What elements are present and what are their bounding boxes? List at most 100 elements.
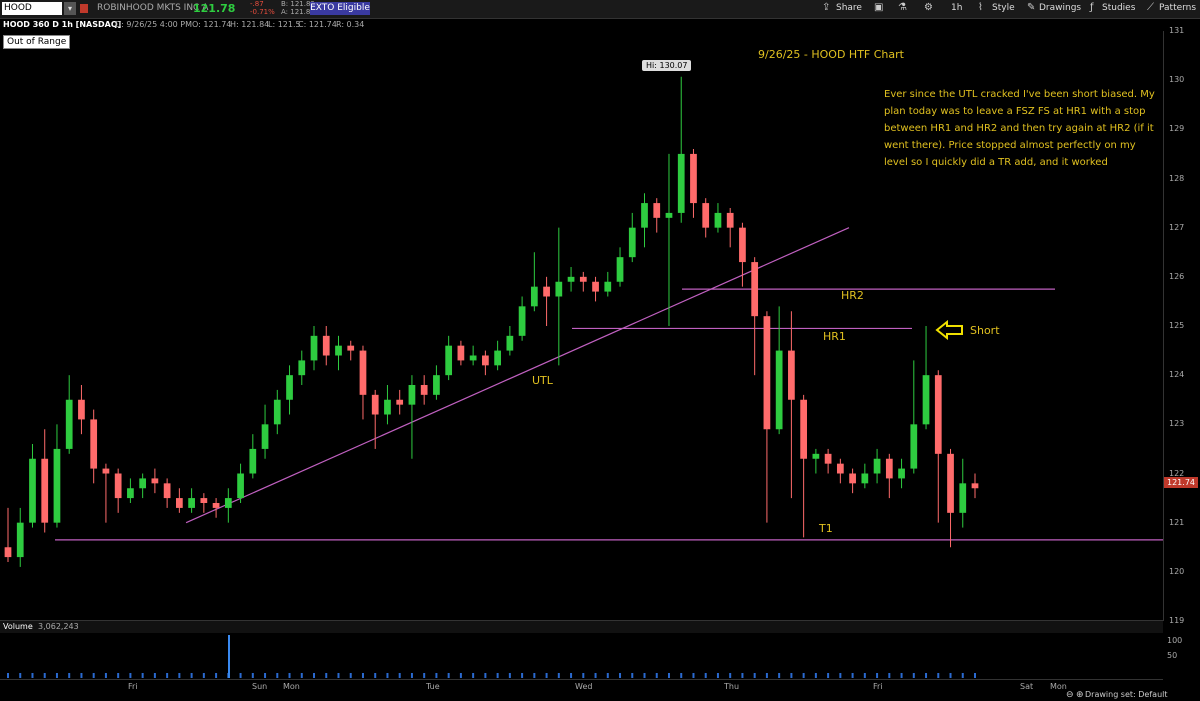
candle-body [567,276,575,282]
x-tick-label: Sat [1020,682,1034,691]
volume-bar [92,673,95,678]
y-tick-label: 127 [1169,222,1185,232]
candle-body [212,503,220,508]
exto-badge: EXTO Eligible [310,2,370,15]
candle-body [836,463,844,474]
share-icon[interactable]: ⇪ [822,2,830,13]
candle-body [224,498,232,508]
volume-label: Volume [3,622,33,631]
drawings-button[interactable]: Drawings [1039,3,1081,13]
volume-bar [508,673,511,678]
volume-bar [582,673,585,678]
bar-close: C: 121.74 [298,20,337,29]
candle-body [298,360,306,376]
volume-bar [484,673,487,678]
patterns-icon[interactable]: ⟋ [1147,2,1154,13]
volume-bar [619,673,622,678]
share-button[interactable]: Share [836,3,862,13]
candle-body [506,335,514,351]
candle-body [628,227,636,258]
candle-body [824,453,832,464]
volume-bar [7,673,9,678]
drawing-set[interactable]: Drawing set: Default [1085,690,1168,699]
candle-body [200,498,208,503]
volume-bar [423,673,426,678]
volume-bar [178,673,181,678]
drawings-icon[interactable]: ✎ [1027,2,1035,13]
last-price-tag: 121.74 [1164,477,1198,488]
volume-bar [239,673,242,678]
volume-bar [337,673,340,678]
volume-tick-50: 50 [1167,651,1178,660]
bar-low: L: 121.5 [268,20,301,29]
candle-body [482,355,489,366]
candle-body [16,522,24,558]
volume-bar [361,673,364,678]
zoom-in-icon[interactable]: ⊕ [1076,690,1084,700]
candle-body [604,281,612,292]
studies-button[interactable]: Studies [1102,3,1135,13]
volume-bar [166,673,169,678]
flask-icon[interactable]: ⚗ [898,2,907,13]
price-axis[interactable]: 131 130 129 128 127 126 125 124 123 122 121 120 119 [1163,26,1200,625]
hr2-label: HR2 [841,289,864,302]
volume-bar [680,673,683,678]
x-tick-label: Mon [283,682,300,691]
candle-body [702,203,710,228]
y-tick-label: 120 [1169,566,1185,576]
volume-bar [778,673,781,678]
volume-tick-100: 100 [1167,636,1183,645]
flag-icon[interactable] [80,4,88,13]
timeframe-button[interactable]: 1h [951,3,962,13]
candle-body [910,424,918,469]
candle-body [677,153,685,213]
candle-body [947,453,954,513]
volume-bar [276,673,279,678]
volume-bar [961,673,964,678]
gear-icon[interactable]: ⚙ [924,2,933,13]
candle-body [151,478,159,484]
candle-body [261,424,269,449]
time-axis[interactable]: Fri Sun Mon Tue Wed Thu Fri Sat Mon [0,679,1163,701]
candle-body [65,399,73,449]
symbol-input[interactable]: HOOD [2,2,62,15]
volume-bar [949,673,952,678]
utl-label: UTL [532,374,553,387]
volume-bar [447,673,450,678]
x-tick-label: Mon [1050,682,1067,691]
x-tick-label: Sun [252,682,268,691]
volume-bar [570,673,573,678]
style-button[interactable]: Style [992,3,1015,13]
candle-body [849,473,856,484]
symbol-dropdown-icon[interactable]: ▾ [64,2,76,15]
volume-bar [459,673,462,678]
style-icon[interactable]: ⌇ [978,2,983,13]
volume-bar [667,673,670,678]
volume-bar [888,673,891,678]
volume-bar [43,673,46,678]
candle-body [494,350,501,366]
candle-body [800,399,807,459]
candle-body [518,306,526,336]
candle-body [751,262,759,317]
zoom-out-icon[interactable]: ⊖ [1066,690,1074,700]
studies-icon[interactable]: ƒ [1090,2,1094,13]
volume-bar [129,673,132,678]
volume-bar [814,673,817,678]
y-tick-label: 129 [1169,124,1185,134]
window-icon[interactable]: ▣ [874,2,883,13]
patterns-button[interactable]: Patterns [1159,3,1196,13]
candle-body [898,468,905,479]
volume-bar [325,673,328,678]
volume-bar [496,673,499,678]
candle-body [922,375,930,425]
candle-body [861,473,869,484]
volume-bar [374,673,377,678]
candle-body [971,483,979,489]
volume-bar [202,673,205,678]
candle-body [420,385,428,395]
candle-body [102,468,110,474]
volume-bar [655,673,658,678]
candle-body [726,212,734,228]
volume-bar [215,673,218,678]
